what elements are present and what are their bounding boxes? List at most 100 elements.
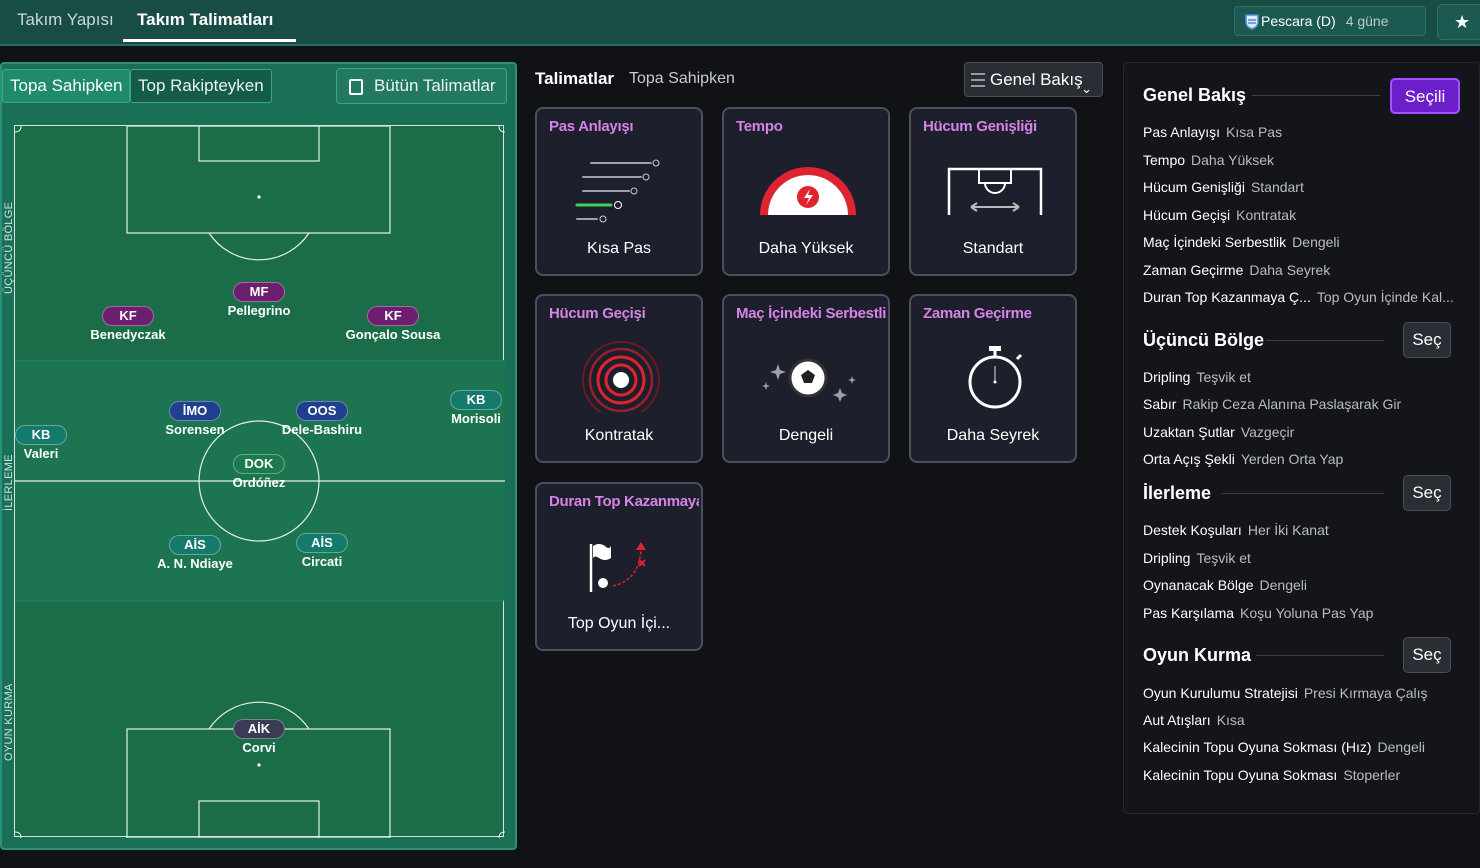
instruction-card-transition[interactable]: Hücum Geçişi Kontratak <box>535 294 703 463</box>
instruction-card-set-pieces[interactable]: Duran Top Kazanmaya Top Oyun İçi... <box>535 482 703 651</box>
zone-label-progression: İLERLEME <box>3 454 15 511</box>
player-name: A. N. Ndiaye <box>157 556 233 571</box>
width-icon <box>947 167 1043 215</box>
summary-row: Duran Top Kazanmaya Ç... Top Oyun İçinde … <box>1143 289 1454 305</box>
player-marker[interactable]: KF Benedyczak <box>68 306 188 342</box>
player-name: Dele-Bashiru <box>281 422 363 437</box>
section-title-final-third: Üçüncü Bölge <box>1143 330 1265 350</box>
role-badge: DOK <box>233 454 285 474</box>
role-badge: KF <box>367 306 419 326</box>
view-select[interactable]: Genel Bakış ⌄ <box>964 62 1103 97</box>
role-badge: KB <box>450 390 502 410</box>
selected-button[interactable]: Seçili <box>1390 78 1460 114</box>
role-badge: İMO <box>169 401 221 421</box>
card-value: Daha Yüksek <box>758 240 854 257</box>
summary-row: Pas Karşılama Koşu Yoluna Pas Yap <box>1143 605 1374 621</box>
role-badge: KF <box>102 306 154 326</box>
card-value: Kısa Pas <box>586 240 652 257</box>
player-name: Benedyczak <box>90 327 166 342</box>
card-title: Hücum Geçişi <box>549 305 646 322</box>
instructions-title: Talimatlar <box>535 69 615 88</box>
stopwatch-icon <box>968 346 1023 409</box>
section-divider <box>1266 340 1384 341</box>
player-name: Valeri <box>23 446 59 461</box>
favorite-star-icon[interactable]: ★ <box>1437 4 1480 40</box>
select-button[interactable]: Seç <box>1403 637 1451 673</box>
pitch-panel: Topa Sahipken Top Rakipteyken Bütün Tali… <box>0 62 517 850</box>
player-marker[interactable]: AİS Circati <box>262 533 382 569</box>
summary-row: Zaman Geçirme Daha Seyrek <box>1143 262 1331 278</box>
section-title-build-up: Oyun Kurma <box>1143 645 1252 665</box>
player-marker[interactable]: AİS A. N. Ndiaye <box>135 535 255 571</box>
tab-out-of-possession[interactable]: Top Rakipteyken <box>130 69 272 103</box>
card-value: Standart <box>962 240 1024 257</box>
card-title: Zaman Geçirme <box>923 305 1032 322</box>
next-match-pill[interactable]: Pescara (D) 4 güne <box>1234 6 1426 36</box>
player-marker[interactable]: İMO Sorensen <box>135 401 255 437</box>
summary-row: Destek Koşuları Her İki Kanat <box>1143 522 1329 538</box>
instruction-card-creative-freedom[interactable]: Maç İçindeki Serbestlik Dengeli <box>722 294 890 463</box>
card-value: Top Oyun İçi... <box>567 615 671 632</box>
list-icon <box>971 73 985 87</box>
summary-row: Orta Açış Şekli Yerden Orta Yap <box>1143 451 1344 467</box>
player-marker[interactable]: KB Morisoli <box>416 390 536 426</box>
summary-row: Uzaktan Şutlar Vazgeçir <box>1143 424 1295 440</box>
select-button[interactable]: Seç <box>1403 475 1451 511</box>
checklist-icon <box>349 79 363 95</box>
tempo-gauge-icon <box>760 167 856 215</box>
player-marker[interactable]: AİK Corvi <box>199 719 319 755</box>
summary-row: Aut Atışları Kısa <box>1143 712 1245 728</box>
instruction-card-width[interactable]: Hücum Genişliği Standart <box>909 107 1077 276</box>
summary-row: Hücum Geçişi Kontratak <box>1143 207 1297 223</box>
player-marker[interactable]: DOK Ordóñez <box>199 454 319 490</box>
player-name: Pellegrino <box>227 303 291 318</box>
section-title-overview: Genel Bakış <box>1143 85 1247 105</box>
summary-row: Hücum Genişliği Standart <box>1143 179 1304 195</box>
player-marker[interactable]: KF Gonçalo Sousa <box>333 306 453 342</box>
summary-row: Kalecinin Topu Oyuna Sokması (Hız) Dengel… <box>1143 739 1425 755</box>
role-badge: OOS <box>296 401 348 421</box>
pitch: ÜÇÜNCÜ BÖLGE İLERLEME OYUN KURMA MF Pell… <box>3 125 505 838</box>
card-title: Maç İçindeki Serbestlik <box>736 305 886 322</box>
tab-team-structure[interactable]: Takım Yapısı <box>17 0 114 42</box>
summary-row: Dripling Teşvik et <box>1143 550 1251 566</box>
player-name: Gonçalo Sousa <box>345 327 441 342</box>
instruction-card-time-wasting[interactable]: Zaman Geçirme Daha Seyrek <box>909 294 1077 463</box>
player-name: Circati <box>301 554 343 569</box>
card-value: Kontratak <box>584 427 654 444</box>
opponent-name: Pescara (D) <box>1261 13 1336 29</box>
player-marker[interactable]: MF Pellegrino <box>199 282 319 318</box>
target-icon <box>582 341 660 412</box>
player-name: Corvi <box>242 740 276 755</box>
summary-row: Pas Anlayışı Kısa Pas <box>1143 124 1283 140</box>
role-badge: AİS <box>169 535 221 555</box>
summary-row: Sabır Rakip Ceza Alanına Paslaşarak Gir <box>1143 396 1402 412</box>
instruction-card-passing[interactable]: Pas Anlayışı Kısa Pas <box>535 107 703 276</box>
role-badge: AİS <box>296 533 348 553</box>
card-value: Dengeli <box>778 427 834 444</box>
summary-row: Oyun Kurulumu Stratejisi Presi Kırmaya Ça… <box>1143 685 1428 701</box>
section-divider <box>1221 493 1384 494</box>
player-marker[interactable]: OOS Dele-Bashiru <box>262 401 382 437</box>
role-badge: MF <box>233 282 285 302</box>
all-instructions-button[interactable]: Bütün Talimatlar <box>336 68 507 104</box>
flag-ball-icon <box>589 542 646 592</box>
player-marker[interactable]: KB Valeri <box>0 425 101 461</box>
club-crest-icon <box>1245 14 1259 30</box>
all-instructions-label: Bütün Talimatlar <box>374 76 496 95</box>
zone-label-final-third: ÜÇÜNCÜ BÖLGE <box>3 201 15 294</box>
card-title: Duran Top Kazanmaya <box>549 493 699 510</box>
summary-row: Tempo Daha Yüksek <box>1143 152 1275 168</box>
summary-row: Maç İçindeki Serbestlik Dengeli <box>1143 234 1340 250</box>
tab-team-instructions[interactable]: Takım Talimatları <box>123 0 296 42</box>
card-title: Hücum Genişliği <box>923 118 1037 135</box>
player-name: Sorensen <box>165 422 225 437</box>
instruction-card-tempo[interactable]: Tempo Daha Yüksek <box>722 107 890 276</box>
section-divider <box>1256 655 1384 656</box>
select-button[interactable]: Seç <box>1403 322 1451 358</box>
view-select-value: Genel Bakış <box>990 70 1083 89</box>
top-bar: Takım Yapısı Takım Talimatları Pescara (… <box>0 0 1480 46</box>
summary-row: Dripling Teşvik et <box>1143 369 1251 385</box>
card-title: Tempo <box>736 118 783 135</box>
tab-in-possession[interactable]: Topa Sahipken <box>2 69 131 103</box>
